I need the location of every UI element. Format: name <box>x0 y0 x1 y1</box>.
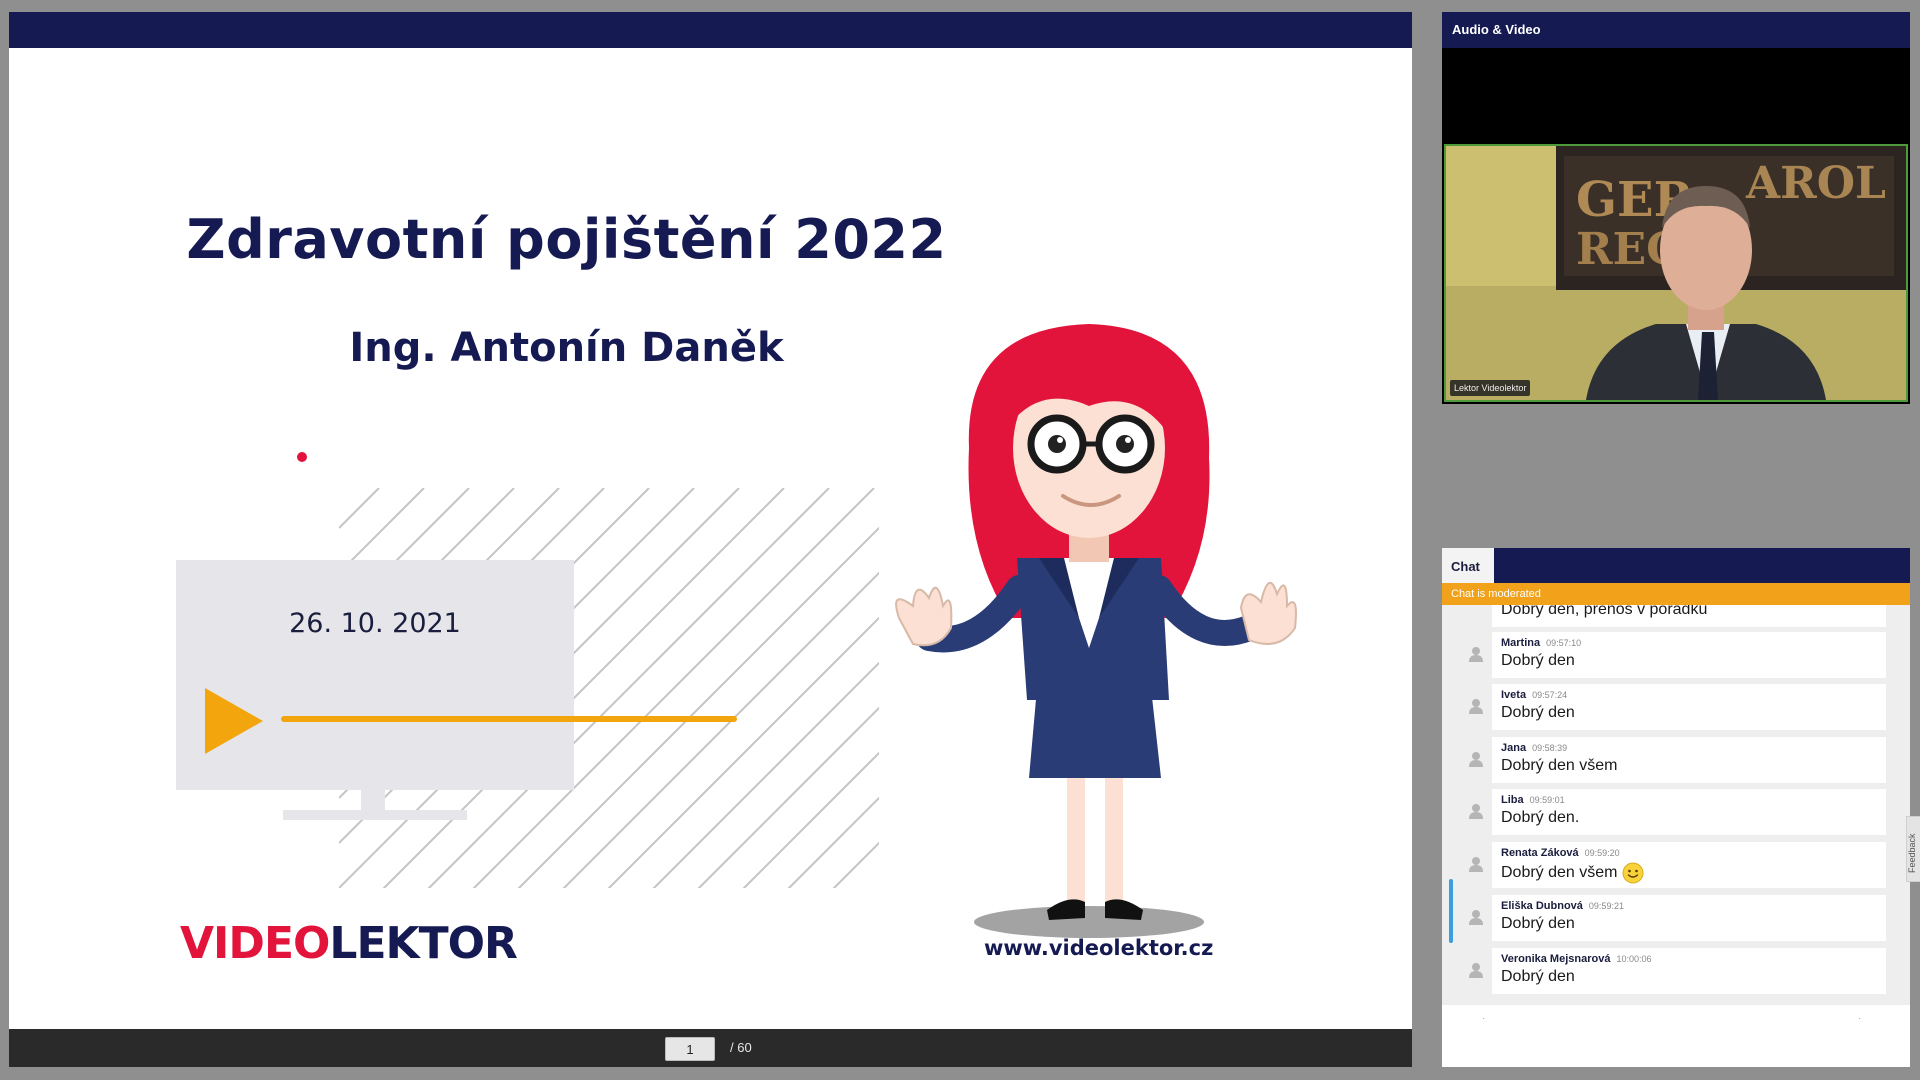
chat-message-author: Liba 09:59:01 <box>1501 794 1565 806</box>
feedback-label: Feedback <box>1907 833 1917 873</box>
chat-message-text: Dobrý den všem <box>1501 864 1618 882</box>
chat-message: Liba 09:59:01 Dobrý den. <box>1469 789 1886 835</box>
chat-input-dot-right: · <box>1858 1013 1862 1024</box>
speaker-video-feed: GER REC AROL <box>1446 146 1906 400</box>
play-icon <box>205 688 263 754</box>
chat-message-text: Dobrý den <box>1501 968 1575 985</box>
feedback-tab[interactable]: Feedback <box>1906 816 1920 882</box>
smile-emoji-icon <box>1622 862 1643 884</box>
slide: Zdravotní pojištění 2022 Ing. Antonín Da… <box>9 48 1412 1041</box>
speaker-name-label: Lektor Videolektor <box>1450 380 1531 396</box>
chat-message: Veronika Mejsnarová 10:00:06 Dobrý den <box>1469 948 1886 994</box>
chat-input-area[interactable]: · · <box>1442 1005 1910 1067</box>
audio-video-panel: Audio & Video GER REC AROL Lektor Videol… <box>1442 12 1910 404</box>
chat-author-name: Martina <box>1501 637 1541 649</box>
chat-author-name: Liba <box>1501 794 1524 806</box>
chat-header: Chat <box>1442 548 1910 583</box>
chat-message-author: Renata Záková 09:59:20 <box>1501 847 1620 859</box>
chat-message-text: Dobrý den všem <box>1501 757 1618 774</box>
chat-message-time: 09:57:10 <box>1546 638 1582 648</box>
chat-message-text: Dobrý den <box>1501 652 1575 669</box>
chat-message-text: Dobrý den, přenos v pořádku <box>1501 605 1708 618</box>
chat-message: Dobrý den, přenos v pořádku <box>1492 605 1886 627</box>
chat-message-author: Martina 09:57:10 <box>1501 637 1581 649</box>
presentation-top-bar <box>9 12 1412 48</box>
chat-message-author: Jana 09:58:39 <box>1501 742 1567 754</box>
svg-text:AROL: AROL <box>1745 158 1886 209</box>
website-url: www.videolektor.cz <box>984 936 1214 960</box>
user-avatar-icon <box>1469 647 1483 662</box>
chat-message-author: Eliška Dubnová 09:59:21 <box>1501 900 1624 912</box>
monitor-base <box>283 810 467 820</box>
chat-message-time: 09:59:01 <box>1529 795 1565 805</box>
user-avatar-icon <box>1469 857 1483 872</box>
chat-message-text-row: Dobrý den všem <box>1501 862 1644 884</box>
chat-author-name: Renata Záková <box>1501 847 1579 859</box>
user-avatar-icon <box>1469 963 1483 978</box>
chat-message-author: Veronika Mejsnarová 10:00:06 <box>1501 953 1652 965</box>
presentation-panel: Zdravotní pojištění 2022 Ing. Antonín Da… <box>9 12 1412 1067</box>
chat-author-name: Veronika Mejsnarová <box>1501 953 1611 965</box>
audio-video-header: Audio & Video <box>1442 12 1910 48</box>
progress-line <box>281 716 737 722</box>
chat-message: Martina 09:57:10 Dobrý den <box>1469 632 1886 678</box>
chat-message-time: 09:58:39 <box>1532 743 1568 753</box>
chat-message-text: Dobrý den <box>1501 704 1575 721</box>
chat-message-text: Dobrý den. <box>1501 809 1580 826</box>
user-avatar-icon <box>1469 699 1483 714</box>
chat-message-author: Iveta 09:57:24 <box>1501 689 1567 701</box>
monitor-stand <box>361 790 385 810</box>
chat-message-time: 10:00:06 <box>1616 954 1652 964</box>
chat-message: Iveta 09:57:24 Dobrý den <box>1469 684 1886 730</box>
chat-author-name: Eliška Dubnová <box>1501 900 1583 912</box>
chat-message-list[interactable]: Dobrý den, přenos v pořádku Martina 09:57… <box>1442 605 1910 1005</box>
page-total: / 60 <box>730 1040 752 1055</box>
presentation-pager-bar: / 60 <box>9 1029 1412 1067</box>
chat-message-time: 09:57:24 <box>1532 690 1568 700</box>
chat-message-time: 09:59:21 <box>1588 901 1624 911</box>
decorative-dot <box>297 452 307 462</box>
chat-message: Eliška Dubnová 09:59:21 Dobrý den <box>1469 895 1886 941</box>
page-number-input[interactable] <box>665 1037 715 1061</box>
logo-part-video: VIDEO <box>180 918 330 969</box>
speaker-video[interactable]: GER REC AROL Lektor Videolektor <box>1444 144 1908 402</box>
chat-message-time: 09:59:20 <box>1584 848 1620 858</box>
chat-scrollbar-thumb[interactable] <box>1449 879 1453 943</box>
chat-panel: Chat Chat is moderated Dobrý den, přenos… <box>1442 548 1910 1067</box>
chat-moderated-notice: Chat is moderated <box>1442 583 1910 605</box>
user-avatar-icon <box>1469 910 1483 925</box>
tab-chat[interactable]: Chat <box>1442 548 1494 583</box>
slide-date: 26. 10. 2021 <box>289 608 461 639</box>
videolektor-logo: VIDEOLEKTOR <box>180 918 518 969</box>
user-avatar-icon <box>1469 804 1483 819</box>
chat-message: Renata Záková 09:59:20 Dobrý den všem <box>1469 842 1886 888</box>
chat-input-dot-left: · <box>1482 1013 1486 1024</box>
user-avatar-icon <box>1469 752 1483 767</box>
mascot-illustration <box>895 324 1297 938</box>
chat-message-text: Dobrý den <box>1501 915 1575 932</box>
chat-author-name: Jana <box>1501 742 1527 754</box>
logo-part-lektor: LEKTOR <box>329 918 517 969</box>
slide-title: Zdravotní pojištění 2022 <box>186 208 947 271</box>
chat-author-name: Iveta <box>1501 689 1527 701</box>
monitor-illustration <box>176 560 574 790</box>
chat-message: Jana 09:58:39 Dobrý den všem <box>1469 737 1886 783</box>
